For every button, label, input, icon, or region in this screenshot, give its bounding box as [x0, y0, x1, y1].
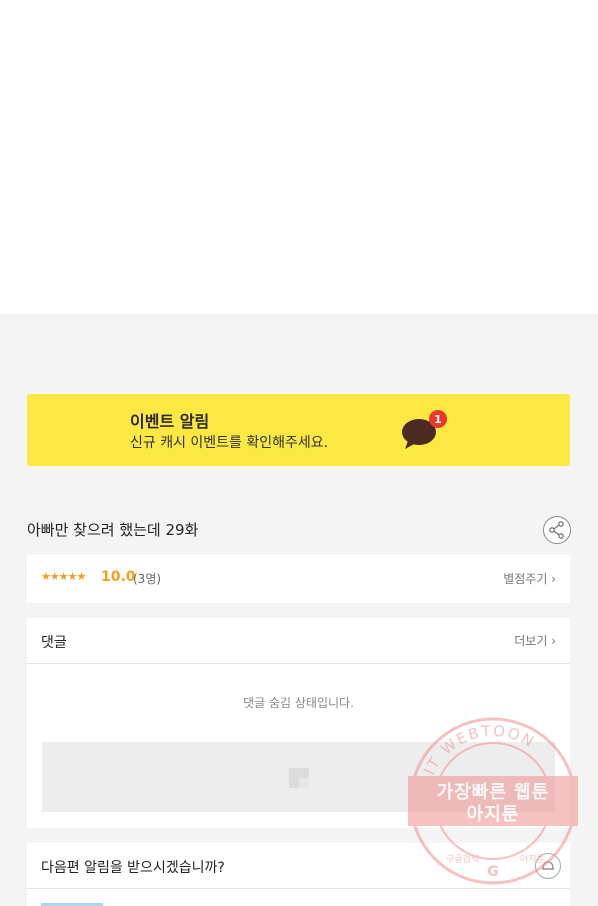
image-placeholder-icon [289, 768, 309, 788]
comments-hidden-message: 댓글 숨김 상태입니다. [243, 696, 354, 710]
watermark-line2: 아지툰 [466, 804, 520, 825]
share-icon [549, 521, 564, 539]
episode-title: 아빠만 찾으려 했는데 29화 [27, 521, 199, 539]
content-image-area [0, 0, 598, 314]
watermark-bottom-right: 아지툰 [520, 854, 545, 865]
rating-score: 10.0 [101, 569, 136, 585]
event-badge-count: 1 [434, 413, 442, 426]
watermark-bottom-left: 구글검색 [446, 853, 479, 865]
event-description: 신규 캐시 이벤트를 확인해주세요. [130, 435, 329, 451]
watermark-stamp: AGIT WEBTOON 구글검색 아지툰 G 가장빠른 웹툰 아지툰 [408, 716, 578, 886]
rating-count: (3명) [133, 572, 162, 586]
chat-bubble-icon: 1 [402, 410, 447, 449]
event-title: 이벤트 알림 [130, 412, 210, 431]
share-button[interactable] [543, 516, 571, 544]
comment-title: 댓글 [41, 635, 67, 651]
svg-text:G: G [487, 864, 499, 880]
rating-card: ★★★★★ 10.0 (3명) 별점주기 › [27, 555, 570, 603]
notify-question: 다음편 알림을 받으시겠습니까? [41, 860, 225, 876]
comments-more-link[interactable]: 더보기 › [514, 632, 556, 649]
rating-stars: ★★★★★ [41, 570, 86, 583]
comment-header: 댓글 더보기 › [27, 618, 570, 664]
event-banner[interactable]: 이벤트 알림 신규 캐시 이벤트를 확인해주세요. 1 [27, 394, 570, 466]
rate-button[interactable]: 별점주기 › [503, 570, 556, 587]
